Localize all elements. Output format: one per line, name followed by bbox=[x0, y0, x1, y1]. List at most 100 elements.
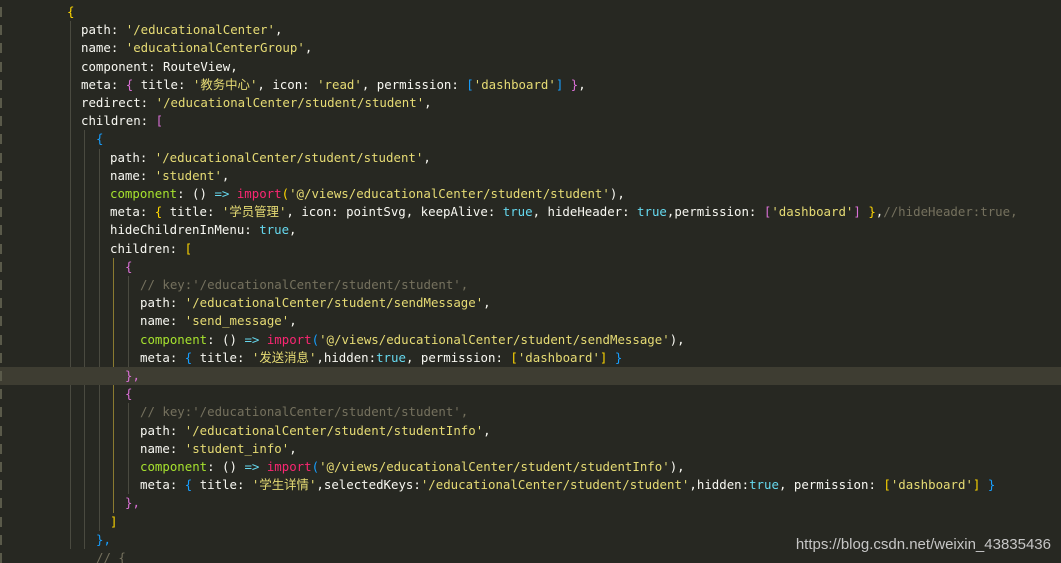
code-line[interactable]: // key:'/educationalCenter/student/stude… bbox=[0, 276, 1061, 294]
code-token: ( bbox=[281, 186, 290, 201]
code-text: { bbox=[125, 258, 132, 276]
code-token: name: bbox=[110, 167, 155, 183]
code-text: component: () => import('@/views/educati… bbox=[140, 458, 685, 476]
code-token: ), bbox=[669, 331, 685, 347]
code-text: meta: { title: '学员管理', icon: pointSvg, k… bbox=[110, 203, 1018, 221]
gutter-marker bbox=[0, 7, 2, 17]
code-token: [ bbox=[883, 477, 891, 493]
gutter-marker bbox=[0, 280, 2, 290]
code-token: path: bbox=[140, 295, 185, 311]
code-token: children: bbox=[81, 113, 156, 129]
code-token: '@/views/educationalCenter/student/stude… bbox=[319, 459, 670, 474]
code-token: { bbox=[96, 131, 104, 147]
code-line[interactable]: component: () => import('@/views/educati… bbox=[0, 331, 1061, 349]
code-text: children: [ bbox=[81, 112, 163, 130]
code-token: }, bbox=[96, 531, 111, 547]
code-text: meta: { title: '学生详情',selectedKeys:'/edu… bbox=[140, 476, 995, 494]
code-line[interactable]: path: '/educationalCenter/student/studen… bbox=[0, 422, 1061, 440]
code-token: 'student' bbox=[154, 167, 222, 183]
code-line[interactable]: }, bbox=[0, 367, 1061, 386]
code-line[interactable]: path: '/educationalCenter/student/studen… bbox=[0, 149, 1061, 167]
code-token: '教务中心' bbox=[192, 76, 258, 92]
code-token: meta: bbox=[140, 349, 185, 365]
code-token: { bbox=[125, 386, 133, 402]
code-line[interactable]: { bbox=[0, 130, 1061, 148]
code-text: path: '/educationalCenter/student/studen… bbox=[110, 149, 431, 167]
code-line[interactable]: { bbox=[0, 258, 1061, 276]
gutter-marker bbox=[0, 116, 2, 127]
code-line[interactable]: meta: { title: '发送消息',hidden:true, permi… bbox=[0, 349, 1061, 367]
code-line[interactable]: children: [ bbox=[0, 112, 1061, 130]
code-line[interactable]: name: 'student_info', bbox=[0, 440, 1061, 458]
code-token: component bbox=[110, 186, 178, 201]
code-line[interactable]: name: 'student', bbox=[0, 167, 1061, 185]
code-token: true bbox=[259, 222, 290, 238]
code-line[interactable]: component: () => import('@/views/educati… bbox=[0, 185, 1061, 203]
code-line[interactable]: meta: { title: '学生详情',selectedKeys:'/edu… bbox=[0, 476, 1061, 494]
code-token: , bbox=[578, 76, 586, 92]
code-token: '/educationalCenter/student/sendMessage' bbox=[184, 295, 484, 311]
code-text: meta: { title: '发送消息',hidden:true, permi… bbox=[140, 349, 622, 367]
code-line[interactable]: name: 'educationalCenterGroup', bbox=[0, 39, 1061, 57]
gutter-marker bbox=[0, 189, 2, 199]
gutter-marker bbox=[0, 498, 2, 509]
code-line[interactable]: ] bbox=[0, 513, 1061, 531]
code-text: ] bbox=[110, 513, 117, 531]
code-token: component bbox=[140, 459, 208, 474]
gutter-marker bbox=[0, 316, 2, 327]
code-editor[interactable]: {path: '/educationalCenter', name: 'educa… bbox=[0, 0, 1061, 563]
code-token: //hideHeader:true, bbox=[883, 204, 1018, 220]
code-token: 'read' bbox=[317, 76, 362, 92]
gutter-marker bbox=[0, 298, 2, 309]
code-token: '/educationalCenter/student/student' bbox=[420, 477, 690, 493]
code-token: meta: bbox=[110, 204, 155, 220]
code-text: name: 'educationalCenterGroup', bbox=[81, 39, 312, 57]
code-token: ( bbox=[311, 331, 320, 347]
code-token: , bbox=[424, 95, 432, 110]
code-line[interactable]: component: () => import('@/views/educati… bbox=[0, 458, 1061, 476]
code-line[interactable]: path: '/educationalCenter/student/sendMe… bbox=[0, 294, 1061, 312]
code-token: } bbox=[614, 349, 623, 365]
code-token: true bbox=[637, 204, 667, 220]
code-token: [ bbox=[155, 113, 164, 129]
code-text: path: '/educationalCenter/student/sendMe… bbox=[140, 294, 491, 312]
code-token: component: RouteView, bbox=[81, 58, 238, 74]
gutter-marker bbox=[0, 261, 2, 272]
code-line[interactable]: component: RouteView, bbox=[0, 58, 1061, 76]
code-token: ] bbox=[110, 513, 118, 529]
code-line[interactable]: { bbox=[0, 385, 1061, 403]
code-line[interactable]: name: 'send_message', bbox=[0, 312, 1061, 330]
code-text: }, bbox=[125, 367, 140, 385]
gutter-marker bbox=[0, 25, 2, 36]
code-token: '发送消息' bbox=[251, 349, 317, 365]
code-token: , hideHeader: bbox=[532, 204, 638, 220]
code-line[interactable]: { bbox=[0, 3, 1061, 21]
code-line[interactable]: path: '/educationalCenter', bbox=[0, 21, 1061, 39]
code-token: name: bbox=[140, 313, 185, 329]
code-text: component: () => import('@/views/educati… bbox=[110, 185, 625, 203]
code-line[interactable]: hideChildrenInMenu: true, bbox=[0, 221, 1061, 239]
code-line[interactable]: meta: { title: '教务中心', icon: 'read', per… bbox=[0, 76, 1061, 94]
code-text: component: RouteView, bbox=[81, 58, 238, 76]
code-token: meta: bbox=[81, 76, 126, 92]
code-token: // key:'/educationalCenter/student/stude… bbox=[140, 277, 469, 292]
code-text: children: [ bbox=[110, 240, 192, 258]
code-token: ( bbox=[311, 459, 320, 474]
code-text: path: '/educationalCenter', bbox=[81, 21, 282, 39]
code-line[interactable]: meta: { title: '学员管理', icon: pointSvg, k… bbox=[0, 203, 1061, 221]
code-line[interactable]: redirect: '/educationalCenter/student/st… bbox=[0, 94, 1061, 112]
gutter-marker bbox=[0, 425, 2, 436]
code-token: 'dashboard' bbox=[890, 477, 973, 493]
code-token: [ bbox=[510, 349, 518, 365]
gutter-marker bbox=[0, 534, 2, 545]
gutter-marker bbox=[0, 443, 2, 454]
code-line[interactable]: }, bbox=[0, 494, 1061, 512]
gutter-marker bbox=[0, 79, 2, 90]
code-token: , bbox=[289, 440, 297, 456]
code-line[interactable]: // key:'/educationalCenter/student/stude… bbox=[0, 403, 1061, 421]
code-line[interactable]: children: [ bbox=[0, 240, 1061, 258]
code-token: children: bbox=[110, 240, 185, 256]
